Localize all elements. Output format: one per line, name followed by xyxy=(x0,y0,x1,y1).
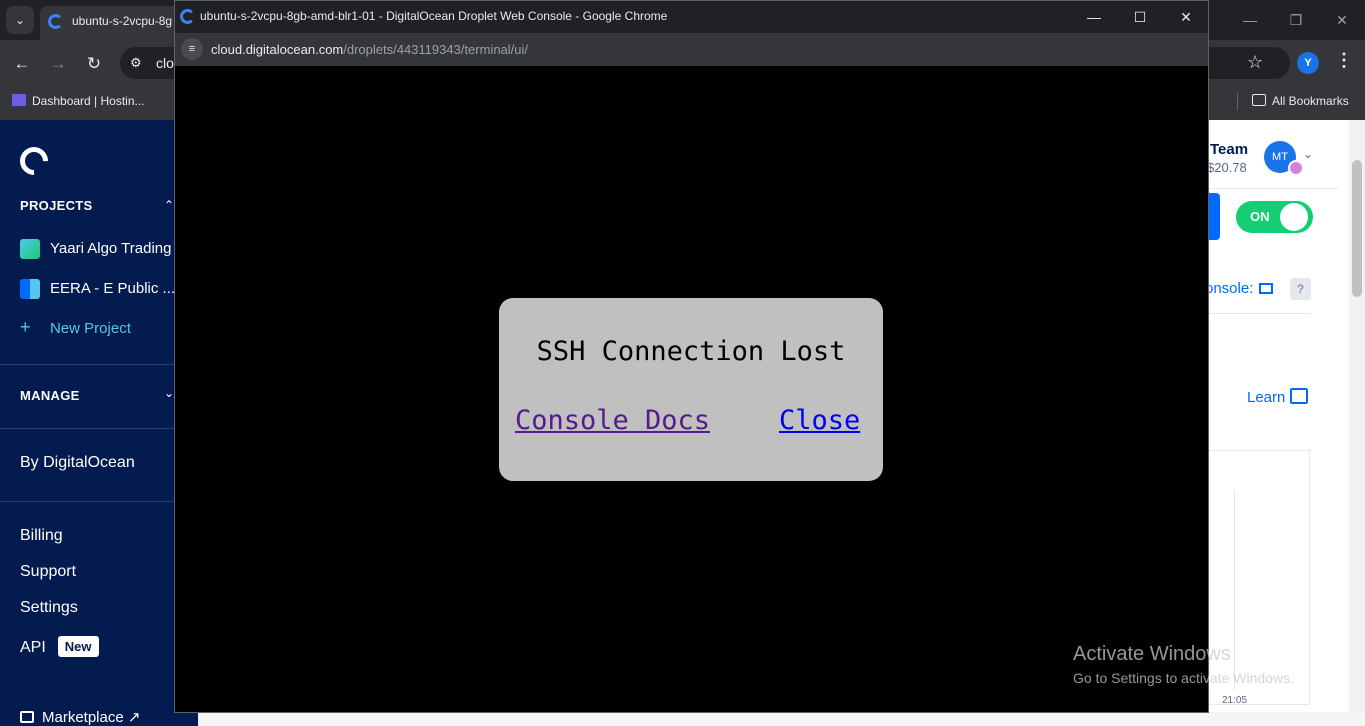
background-tab[interactable]: ubuntu-s-2vcpu-8g xyxy=(40,6,190,40)
plus-icon: + xyxy=(20,317,31,337)
digitalocean-logo-icon[interactable] xyxy=(14,141,54,181)
new-project-label: New Project xyxy=(50,320,131,337)
watermark-subtitle: Go to Settings to activate Windows. xyxy=(1073,670,1294,686)
page-bottom-strip xyxy=(198,712,1365,726)
chevron-up-icon[interactable]: ⌃ xyxy=(164,198,174,212)
background-close-icon[interactable]: ✕ xyxy=(1322,6,1362,34)
sidebar-item-billing[interactable]: Billing xyxy=(20,527,63,545)
close-window-icon[interactable]: ✕ xyxy=(1163,3,1209,31)
chrome-menu-icon[interactable]: ⋮ xyxy=(1335,50,1353,71)
background-minimize-icon[interactable]: — xyxy=(1230,6,1270,34)
graph-time-label: 21:05 xyxy=(1222,695,1248,706)
popup-title-bar[interactable]: ubuntu-s-2vcpu-8gb-amd-blr1-01 - Digital… xyxy=(175,1,1208,33)
popup-window-title: ubuntu-s-2vcpu-8gb-amd-blr1-01 - Digital… xyxy=(200,9,668,23)
reload-icon[interactable]: ↻ xyxy=(80,50,108,78)
section-divider xyxy=(1208,313,1311,314)
toggle-label: ON xyxy=(1250,209,1270,224)
open-window-icon xyxy=(1259,283,1274,294)
project-name: EERA - E Public ... xyxy=(50,280,176,297)
avatar-status-icon xyxy=(1288,160,1304,176)
digitalocean-favicon-icon xyxy=(48,14,63,29)
tab-search-dropdown-icon[interactable]: ⌄ xyxy=(6,6,34,34)
background-address-text: clo xyxy=(156,55,174,71)
bookmarks-divider xyxy=(1237,92,1238,110)
maximize-icon[interactable]: ☐ xyxy=(1117,3,1163,31)
ssh-lost-dialog: SSH Connection Lost Console Docs Close xyxy=(499,298,883,481)
bookmark-dashboard-label: Dashboard | Hostin... xyxy=(32,94,145,108)
console-label: onsole: xyxy=(1205,280,1254,297)
watermark-title: Activate Windows xyxy=(1073,643,1231,665)
popup-url: cloud.digitalocean.com/droplets/44311934… xyxy=(211,42,528,57)
sidebar-item-settings[interactable]: Settings xyxy=(20,599,78,617)
console-docs-link[interactable]: Console Docs xyxy=(515,405,710,436)
url-host: cloud.digitalocean.com xyxy=(211,42,344,57)
back-arrow-icon[interactable]: ← xyxy=(8,50,36,78)
scrollbar-thumb[interactable] xyxy=(1352,160,1362,297)
site-settings-icon[interactable]: ≡ xyxy=(181,38,203,60)
sidebar: PROJECTS ⌃ Yaari Algo Trading EERA - E P… xyxy=(0,120,198,726)
sidebar-item-by-digitalocean[interactable]: By DigitalOcean xyxy=(20,454,135,472)
team-balance: $20.78 xyxy=(1207,160,1247,175)
sidebar-item-support[interactable]: Support xyxy=(20,563,76,581)
popup-url-bar[interactable]: ≡ cloud.digitalocean.com/droplets/443119… xyxy=(175,33,1208,66)
background-tab-title: ubuntu-s-2vcpu-8g xyxy=(72,14,173,28)
sidebar-divider xyxy=(0,364,198,365)
project-name: Yaari Algo Trading xyxy=(50,240,172,257)
power-toggle[interactable]: ON xyxy=(1236,201,1313,233)
project-icon xyxy=(20,239,40,259)
bookmark-star-icon[interactable]: ☆ xyxy=(1247,52,1263,73)
bookmark-all-bookmarks[interactable]: All Bookmarks xyxy=(1252,93,1349,109)
dialog-title: SSH Connection Lost xyxy=(536,336,846,367)
api-label: API xyxy=(20,639,46,656)
marketplace-label: Marketplace ↗ xyxy=(42,709,141,726)
activate-windows-watermark: Activate Windows Go to Settings to activ… xyxy=(1073,643,1294,686)
digitalocean-favicon-icon xyxy=(180,9,195,24)
header-divider xyxy=(1208,188,1338,189)
project-icon xyxy=(20,279,40,299)
account-chevron-down-icon[interactable]: ⌄ xyxy=(1303,147,1313,161)
learn-label: Learn xyxy=(1247,389,1286,406)
folder-icon xyxy=(1252,94,1266,106)
new-badge: New xyxy=(57,636,99,657)
new-project-link[interactable]: + New Project xyxy=(20,317,131,338)
bookmark-dashboard[interactable]: Dashboard | Hostin... xyxy=(12,93,145,109)
manage-heading: MANAGE xyxy=(20,388,80,403)
url-path: /droplets/443119343/terminal/ui/ xyxy=(343,42,529,57)
all-bookmarks-label: All Bookmarks xyxy=(1272,94,1349,108)
learn-link[interactable]: Learn xyxy=(1247,388,1309,406)
sidebar-item-marketplace[interactable]: Marketplace ↗ xyxy=(20,708,140,726)
sidebar-divider xyxy=(0,428,198,429)
projects-heading: PROJECTS xyxy=(20,198,93,213)
site-info-icon[interactable]: ⚙ xyxy=(130,47,142,79)
minimize-icon[interactable]: — xyxy=(1071,3,1117,31)
profile-avatar[interactable]: Y xyxy=(1297,52,1319,74)
console-link[interactable]: onsole: xyxy=(1205,280,1274,297)
help-button[interactable]: ? xyxy=(1290,278,1311,300)
toggle-knob xyxy=(1280,203,1308,231)
chevron-down-icon[interactable]: ⌄ xyxy=(164,386,174,400)
hostinger-icon xyxy=(12,94,26,106)
background-restore-icon[interactable]: ❐ xyxy=(1276,6,1316,34)
forward-arrow-icon[interactable]: → xyxy=(44,50,72,78)
marketplace-icon xyxy=(20,711,34,723)
sidebar-item-api[interactable]: API New xyxy=(20,636,99,657)
sidebar-divider xyxy=(0,501,198,502)
team-name[interactable]: Team xyxy=(1210,141,1248,158)
docs-icon xyxy=(1290,388,1309,404)
close-link[interactable]: Close xyxy=(779,405,860,436)
